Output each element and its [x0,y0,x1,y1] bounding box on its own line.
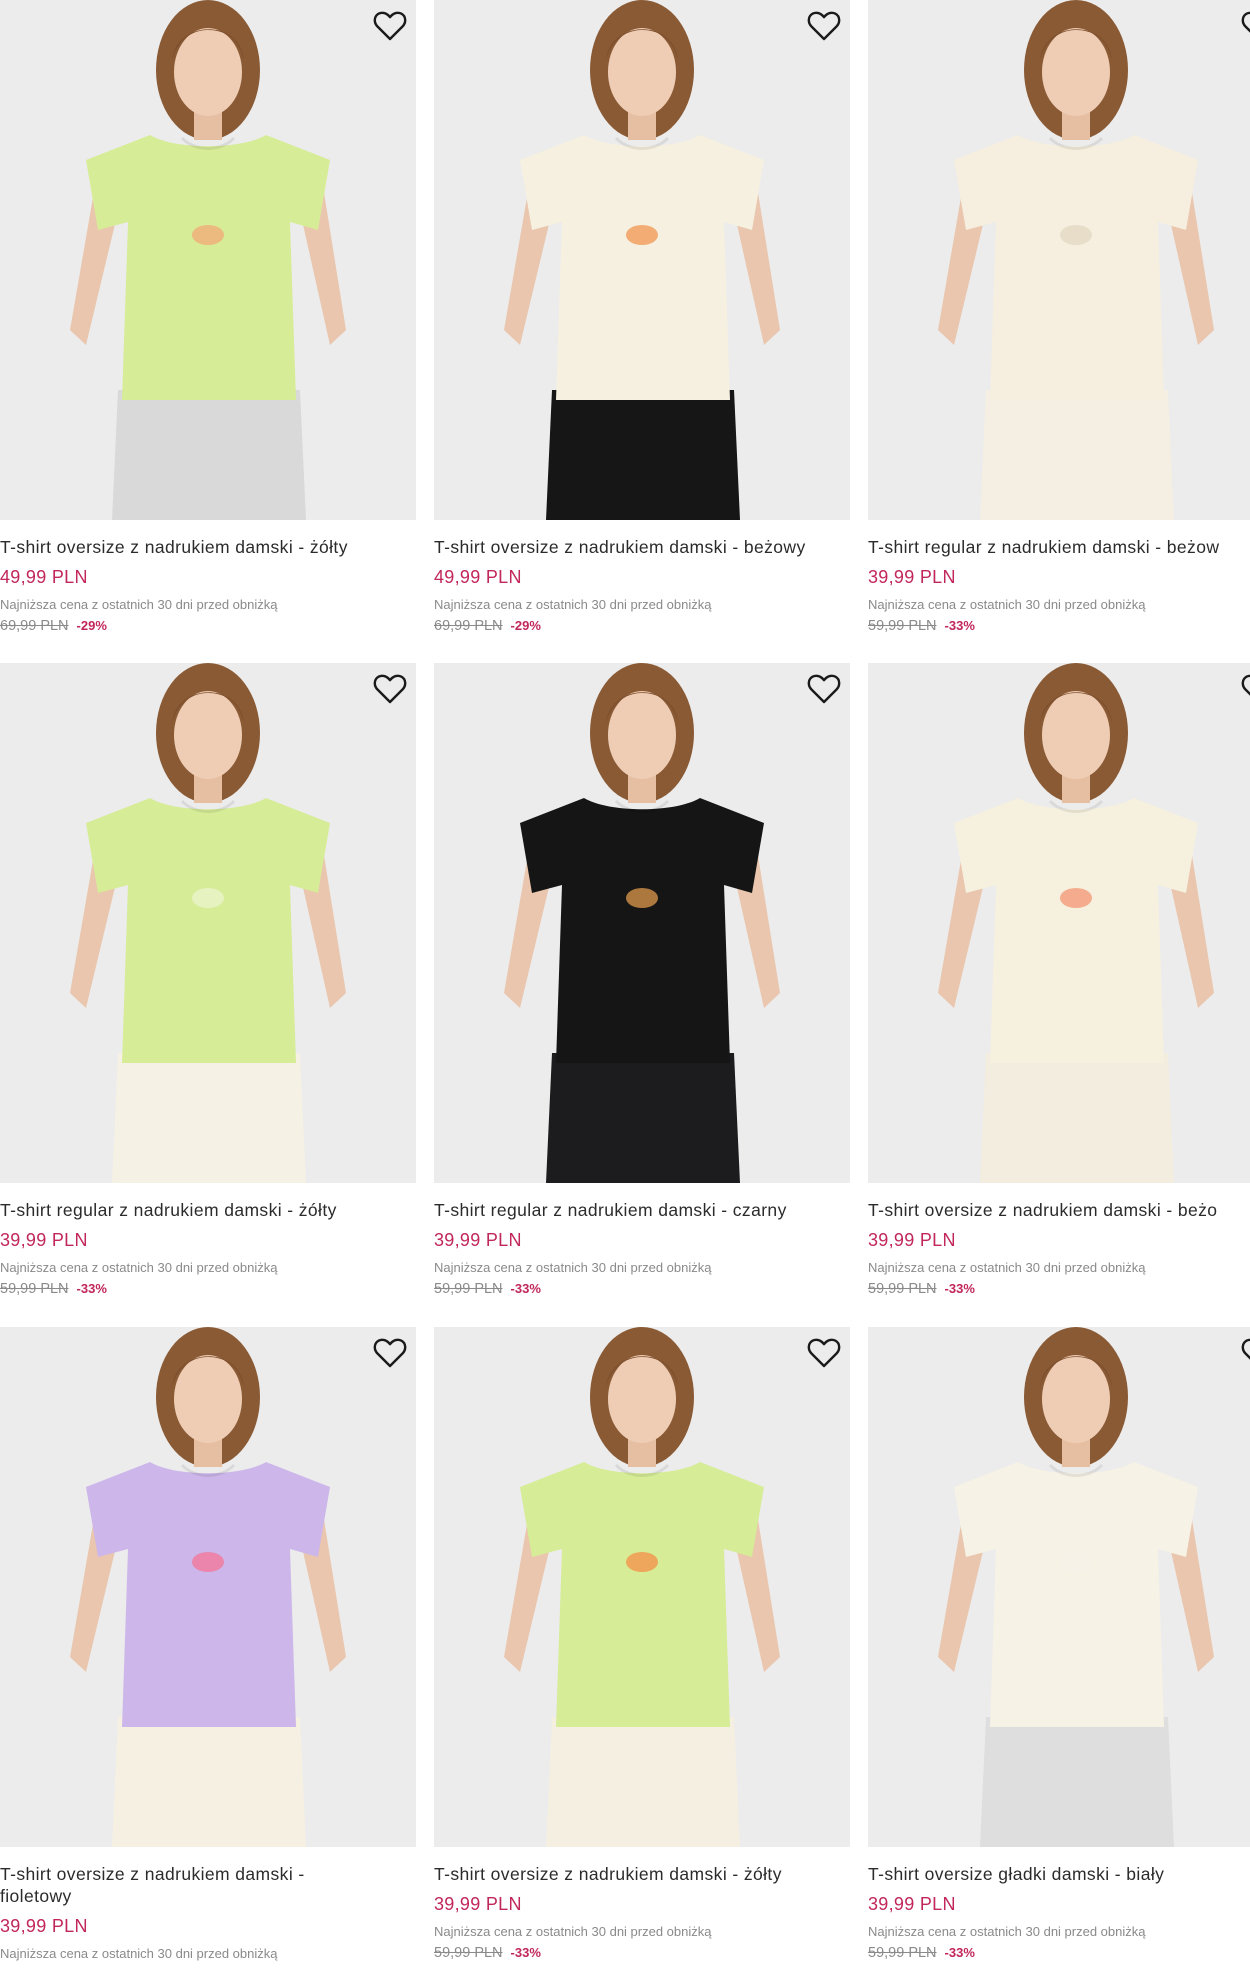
product-card[interactable]: T-shirt oversize z nadrukiem damski - be… [868,663,1250,1298]
product-price: 39,99 PLN [868,567,956,587]
product-card[interactable]: T-shirt oversize gładki damski - biały 3… [868,1327,1250,1962]
product-image[interactable] [0,0,416,520]
lowest-price-note: Najniższa cena z ostatnich 30 dni przed … [434,1924,712,1939]
product-price: 49,99 PLN [0,567,88,587]
product-price: 49,99 PLN [434,567,522,587]
product-photo [0,663,416,1183]
wishlist-heart-icon[interactable] [372,10,408,42]
old-price-row: 59,99 PLN -33% [434,1944,850,1962]
product-title[interactable]: T-shirt oversize z nadrukiem damski - be… [434,536,850,558]
product-image[interactable] [434,1327,850,1847]
product-price: 39,99 PLN [0,1230,88,1250]
old-price: 59,99 PLN [434,1945,503,1961]
product-card[interactable]: T-shirt oversize z nadrukiem damski - żó… [434,1327,850,1962]
wishlist-heart-icon[interactable] [372,673,408,705]
product-photo [868,663,1250,1183]
product-image[interactable] [434,663,850,1183]
product-card[interactable]: T-shirt oversize z nadrukiem damski - fi… [0,1327,416,1962]
product-image[interactable] [0,663,416,1183]
lowest-price-note: Najniższa cena z ostatnich 30 dni przed … [868,597,1146,612]
old-price-row: 69,99 PLN -29% [434,617,850,635]
old-price-row: 59,99 PLN -33% [434,1280,850,1298]
lowest-price-note: Najniższa cena z ostatnich 30 dni przed … [434,597,712,612]
old-price-row: 59,99 PLN -33% [868,1280,1250,1298]
old-price: 59,99 PLN [434,1281,503,1297]
old-price-row: 59,99 PLN -33% [868,617,1250,635]
lowest-price-note: Najniższa cena z ostatnich 30 dni przed … [434,1260,712,1275]
product-photo [434,0,850,520]
old-price-row: 59,99 PLN -33% [0,1280,416,1298]
product-image[interactable] [0,1327,416,1847]
wishlist-heart-icon[interactable] [372,1337,408,1369]
product-card[interactable]: T-shirt regular z nadrukiem damski - beż… [868,0,1250,635]
old-price-row: 59,99 PLN -33% [868,1944,1250,1962]
discount-badge: -29% [510,618,541,633]
lowest-price-note: Najniższa cena z ostatnich 30 dni przed … [868,1924,1146,1939]
old-price: 69,99 PLN [0,618,69,634]
product-photo [0,1327,416,1847]
product-title[interactable]: T-shirt oversize z nadrukiem damski - be… [868,1199,1250,1221]
product-card[interactable]: T-shirt regular z nadrukiem damski - żół… [0,663,416,1298]
old-price: 59,99 PLN [868,1945,937,1961]
lowest-price-note: Najniższa cena z ostatnich 30 dni przed … [0,1260,278,1275]
old-price-row: 69,99 PLN -29% [0,617,416,635]
lowest-price-note: Najniższa cena z ostatnich 30 dni przed … [0,1946,278,1961]
product-title[interactable]: T-shirt regular z nadrukiem damski - cza… [434,1199,850,1221]
lowest-price-note: Najniższa cena z ostatnich 30 dni przed … [868,1260,1146,1275]
wishlist-heart-icon[interactable] [806,673,842,705]
product-card[interactable]: T-shirt oversize z nadrukiem damski - żó… [0,0,416,635]
product-grid: T-shirt oversize z nadrukiem damski - żó… [0,0,1250,1971]
discount-badge: -33% [944,618,975,633]
discount-badge: -33% [76,1281,107,1296]
product-title[interactable]: T-shirt oversize gładki damski - biały [868,1863,1250,1885]
product-photo [868,0,1250,520]
product-image[interactable] [434,0,850,520]
product-price: 39,99 PLN [868,1894,956,1914]
product-photo [868,1327,1250,1847]
old-price: 59,99 PLN [868,618,937,634]
wishlist-heart-icon[interactable] [1240,1337,1250,1369]
wishlist-heart-icon[interactable] [806,10,842,42]
product-photo [0,0,416,520]
product-price: 39,99 PLN [868,1230,956,1250]
product-card[interactable]: T-shirt oversize z nadrukiem damski - be… [434,0,850,635]
product-photo [434,663,850,1183]
old-price: 59,99 PLN [0,1281,69,1297]
discount-badge: -33% [944,1281,975,1296]
wishlist-heart-icon[interactable] [806,1337,842,1369]
product-photo [434,1327,850,1847]
product-title[interactable]: T-shirt regular z nadrukiem damski - żół… [0,1199,416,1221]
wishlist-heart-icon[interactable] [1240,10,1250,42]
wishlist-heart-icon[interactable] [1240,673,1250,705]
old-price: 59,99 PLN [868,1281,937,1297]
product-image[interactable] [868,1327,1250,1847]
product-card[interactable]: T-shirt regular z nadrukiem damski - cza… [434,663,850,1298]
discount-badge: -29% [76,618,107,633]
discount-badge: -33% [944,1945,975,1960]
product-image[interactable] [868,663,1250,1183]
product-price: 39,99 PLN [0,1916,88,1936]
product-title[interactable]: T-shirt oversize z nadrukiem damski - żó… [434,1863,850,1885]
product-price: 39,99 PLN [434,1894,522,1914]
discount-badge: -33% [510,1281,541,1296]
old-price: 69,99 PLN [434,618,503,634]
product-title[interactable]: T-shirt oversize z nadrukiem damski - żó… [0,536,416,558]
product-image[interactable] [868,0,1250,520]
product-title[interactable]: T-shirt oversize z nadrukiem damski - fi… [0,1863,340,1907]
lowest-price-note: Najniższa cena z ostatnich 30 dni przed … [0,597,278,612]
product-title[interactable]: T-shirt regular z nadrukiem damski - beż… [868,536,1250,558]
discount-badge: -33% [510,1945,541,1960]
product-price: 39,99 PLN [434,1230,522,1250]
